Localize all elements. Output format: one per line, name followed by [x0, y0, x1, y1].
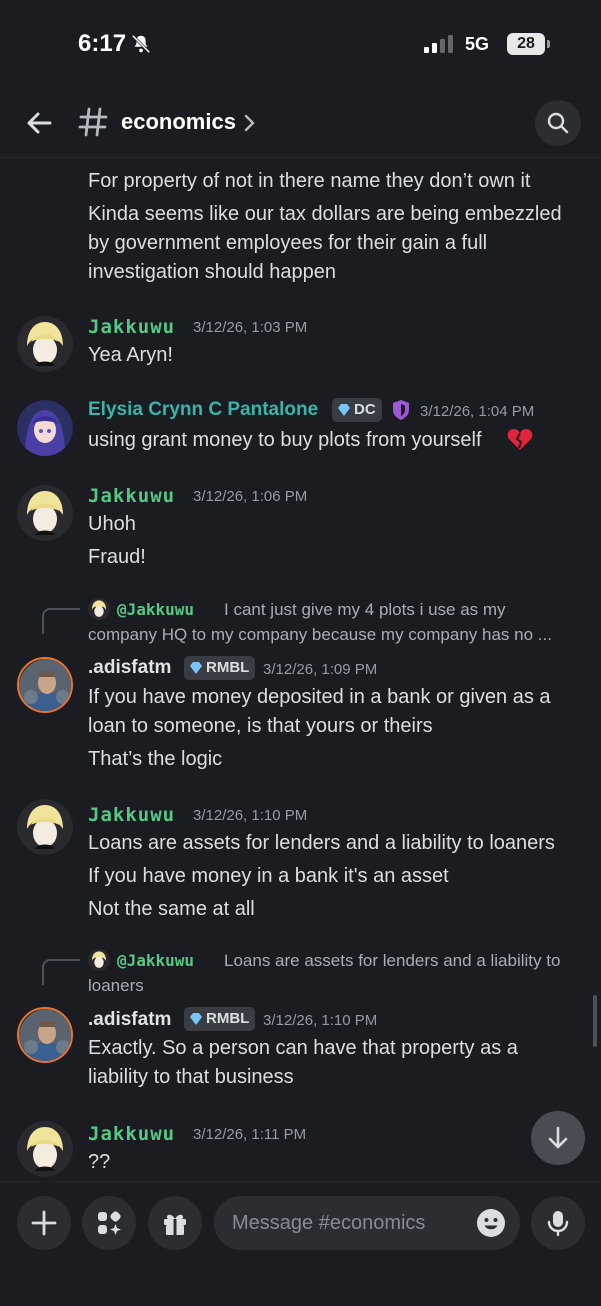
channel-name[interactable]: economics	[121, 109, 236, 135]
search-icon	[547, 112, 569, 134]
message-text: Kinda seems like our tax dollars are bei…	[88, 203, 562, 225]
avatar-jakkuwu[interactable]	[17, 485, 73, 541]
message-author[interactable]: .adisfatm	[88, 657, 171, 679]
back-arrow-icon[interactable]	[24, 108, 54, 138]
role-tag[interactable]: RMBL	[184, 656, 256, 680]
message-list[interactable]: For property of not in there name they d…	[0, 159, 601, 1181]
gem-icon	[338, 404, 350, 416]
message-input-container[interactable]	[214, 1196, 520, 1250]
voice-message-button[interactable]	[531, 1196, 585, 1250]
reply-avatar-jakkuwu[interactable]	[88, 598, 110, 620]
status-time: 6:17	[78, 30, 127, 57]
reply-preview[interactable]: I cant just give my 4 plots i use as my	[224, 600, 506, 620]
role-tag-label: RMBL	[206, 1010, 250, 1027]
network-type: 5G	[465, 34, 490, 54]
message-timestamp: 3/12/26, 1:09 PM	[263, 661, 378, 678]
message-timestamp: 3/12/26, 1:06 PM	[193, 488, 308, 505]
reply-connector	[42, 959, 80, 985]
message-author[interactable]: .adisfatm	[88, 1009, 171, 1031]
message-text: Loans are assets for lenders and a liabi…	[88, 832, 555, 854]
role-tag[interactable]: RMBL	[184, 1007, 256, 1031]
arrow-down-icon	[548, 1126, 568, 1149]
message-author[interactable]: Jakkuwu	[88, 485, 175, 507]
chevron-right-icon[interactable]	[243, 113, 257, 133]
avatar-jakkuwu[interactable]	[17, 1121, 73, 1177]
message-text: Exactly. So a person can have that prope…	[88, 1037, 518, 1059]
jump-to-bottom-button[interactable]	[531, 1111, 585, 1165]
message-text: by government employees for their gain a…	[88, 232, 488, 254]
message-timestamp: 3/12/26, 1:10 PM	[263, 1012, 378, 1029]
reply-preview[interactable]: Loans are assets for lenders and a liabi…	[224, 951, 560, 971]
add-attachment-button[interactable]	[17, 1196, 71, 1250]
message-text: ??	[88, 1151, 111, 1173]
message-author[interactable]: Elysia Crynn C Pantalone	[88, 399, 318, 421]
battery-level: 28	[517, 35, 535, 52]
reply-connector	[42, 608, 80, 634]
status-bar: 6:17 5G 28	[0, 0, 601, 90]
message-text: Fraud!	[88, 546, 146, 568]
message-text: investigation should happen	[88, 261, 336, 283]
channel-header: economics	[0, 90, 601, 158]
message-text: using grant money to buy plots from your…	[88, 429, 482, 451]
message-author[interactable]: Jakkuwu	[88, 316, 175, 338]
gift-icon	[164, 1214, 186, 1235]
search-button[interactable]	[535, 100, 581, 146]
microphone-icon	[547, 1211, 569, 1237]
hash-channel-icon	[78, 107, 108, 137]
role-tag-label: DC	[354, 401, 376, 418]
battery-icon: 28	[507, 33, 545, 55]
shield-icon	[393, 400, 409, 420]
role-tag-label: RMBL	[206, 659, 250, 676]
avatar-adisfatm[interactable]	[17, 657, 73, 713]
message-text: If you have money deposited in a bank or…	[88, 686, 551, 708]
message-timestamp: 3/12/26, 1:04 PM	[420, 403, 535, 420]
emoji-icon[interactable]	[476, 1208, 506, 1238]
message-timestamp: 3/12/26, 1:10 PM	[193, 807, 308, 824]
reply-avatar-jakkuwu[interactable]	[88, 949, 110, 971]
role-tag[interactable]: DC	[332, 398, 382, 422]
apps-button[interactable]	[82, 1196, 136, 1250]
gem-icon	[190, 1013, 202, 1025]
message-author[interactable]: Jakkuwu	[88, 1123, 175, 1145]
avatar-jakkuwu[interactable]	[17, 316, 73, 372]
message-text: For property of not in there name they d…	[88, 170, 531, 192]
message-text: If you have money in a bank it's an asse…	[88, 865, 449, 887]
message-input[interactable]	[232, 1196, 462, 1250]
bell-muted-icon	[131, 34, 151, 54]
message-text: Not the same at all	[88, 898, 255, 920]
scrollbar-thumb[interactable]	[593, 995, 597, 1047]
sparkle-apps-icon	[98, 1211, 121, 1235]
reply-username[interactable]: @Jakkuwu	[117, 951, 194, 970]
reply-preview[interactable]: loaners	[88, 976, 144, 996]
message-text: Yea Aryn!	[88, 344, 173, 366]
avatar-adisfatm[interactable]	[17, 1007, 73, 1063]
message-author[interactable]: Jakkuwu	[88, 804, 175, 826]
avatar-elysia[interactable]	[17, 400, 73, 456]
reply-preview[interactable]: company HQ to my company because my comp…	[88, 625, 552, 645]
gem-icon	[190, 662, 202, 674]
message-text: That’s the logic	[88, 748, 223, 770]
reply-username[interactable]: @Jakkuwu	[117, 600, 194, 619]
message-text: liability to that business	[88, 1066, 294, 1088]
message-text: loan to someone, is that yours or theirs	[88, 715, 433, 737]
message-text: Uhoh	[88, 513, 136, 535]
battery-nub	[547, 40, 550, 48]
gift-button[interactable]	[148, 1196, 202, 1250]
message-timestamp: 3/12/26, 1:11 PM	[193, 1126, 307, 1143]
message-composer	[0, 1181, 601, 1306]
message-timestamp: 3/12/26, 1:03 PM	[193, 319, 308, 336]
broken-heart-emoji-icon	[507, 429, 533, 450]
plus-icon	[31, 1210, 57, 1236]
signal-icon	[424, 35, 453, 53]
avatar-jakkuwu[interactable]	[17, 799, 73, 855]
